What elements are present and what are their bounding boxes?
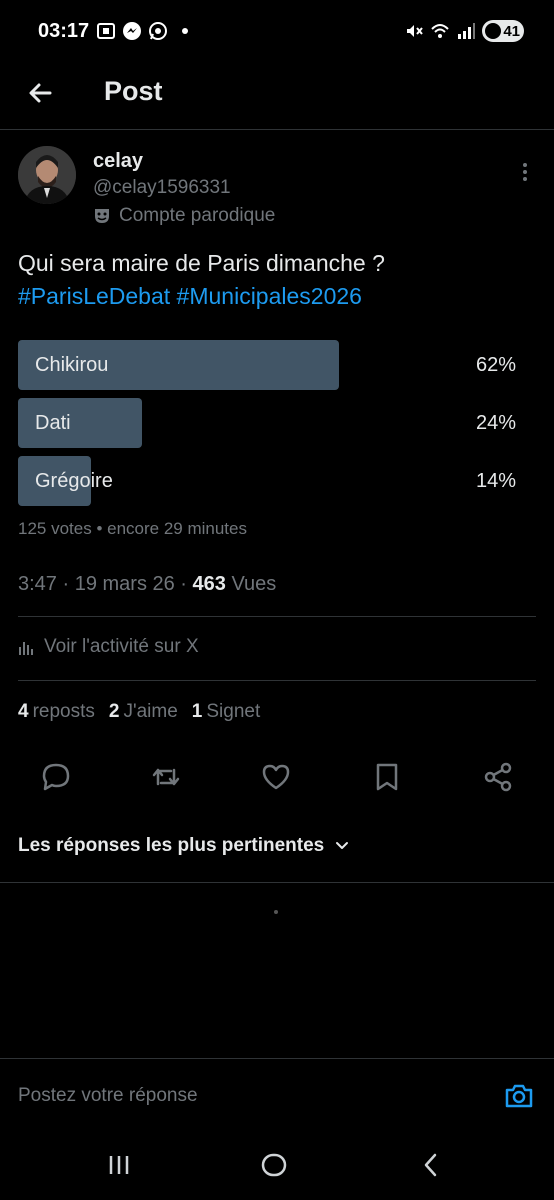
avatar-image xyxy=(18,146,76,204)
camera-icon[interactable] xyxy=(504,1081,534,1111)
status-bar: 03:17 41 xyxy=(0,0,554,62)
hashtag-link[interactable]: #ParisLeDebat xyxy=(18,283,170,309)
status-system-icons: 41 xyxy=(404,20,524,42)
back-arrow-icon[interactable] xyxy=(24,76,58,110)
back-nav-icon[interactable] xyxy=(416,1150,446,1180)
replies-sort-label: Les réponses les plus pertinentes xyxy=(18,835,325,856)
like-icon[interactable] xyxy=(259,760,293,794)
post-time: 3:47 · 19 mars 26 · xyxy=(18,573,193,595)
post-stats: 4 reposts 2 J'aime 1 Signet xyxy=(18,701,260,723)
author-display-name[interactable]: celay xyxy=(93,150,143,173)
poll-meta: 125 votes • encore 29 minutes xyxy=(18,519,247,538)
poll-option-label: Dati xyxy=(35,412,71,434)
repost-icon[interactable] xyxy=(149,760,183,794)
post-text: Qui sera maire de Paris dimanche ? #Pari… xyxy=(18,247,538,313)
battery-level: 41 xyxy=(503,22,520,40)
poll-option: Chikirou 62% xyxy=(18,340,518,390)
views-count: 463 xyxy=(192,573,226,595)
view-activity-label: Voir l'activité sur X xyxy=(44,636,199,657)
divider xyxy=(18,680,536,681)
page-title: Post xyxy=(104,76,163,106)
reply-icon[interactable] xyxy=(39,760,73,794)
divider xyxy=(18,616,536,617)
reposts-stat[interactable]: 4 reposts xyxy=(18,701,95,723)
chevron-down-icon xyxy=(336,842,349,849)
mute-icon xyxy=(407,25,423,37)
avatar[interactable] xyxy=(18,146,76,204)
recent-apps-icon[interactable] xyxy=(104,1150,134,1180)
whatsapp-icon xyxy=(149,22,167,40)
parody-badge: Compte parodique xyxy=(93,205,275,227)
poll: Chikirou 62% Dati 24% Grégoire 14% xyxy=(18,340,518,514)
bookmark-icon[interactable] xyxy=(370,760,404,794)
status-time: 03:17 xyxy=(38,20,90,42)
poll-option: Grégoire 14% xyxy=(18,456,518,506)
bookmarks-stat[interactable]: 1 Signet xyxy=(192,701,260,723)
divider xyxy=(0,882,554,883)
wifi-icon xyxy=(431,24,449,38)
screenshot-icon xyxy=(97,23,115,39)
likes-stat[interactable]: 2 J'aime xyxy=(109,701,178,723)
reply-input[interactable]: Postez votre réponse xyxy=(18,1085,198,1107)
signal-icon xyxy=(458,23,475,39)
battery-charging-icon xyxy=(485,23,501,39)
analytics-icon xyxy=(19,642,33,655)
post-body: Qui sera maire de Paris dimanche ? xyxy=(18,250,385,276)
messenger-icon xyxy=(123,22,141,40)
likes-count: 2 xyxy=(108,701,120,722)
post-timestamp: 3:47 · 19 mars 26 · 463 Vues xyxy=(18,573,276,596)
post-hashtags: #ParisLeDebat #Municipales2026 xyxy=(18,280,538,313)
theater-mask-icon xyxy=(95,209,109,223)
poll-option-percent: 24% xyxy=(475,412,516,434)
views-label: Vues xyxy=(225,573,277,595)
status-notification-icons xyxy=(96,21,188,41)
author-handle[interactable]: @celay1596331 xyxy=(93,177,231,199)
likes-label: J'aime xyxy=(123,701,178,722)
system-navigation-bar xyxy=(0,1134,554,1200)
reposts-count: 4 xyxy=(18,701,29,722)
reply-composer: Postez votre réponse xyxy=(0,1058,554,1132)
poll-option-label: Chikirou xyxy=(35,354,109,376)
poll-option: Dati 24% xyxy=(18,398,518,448)
post-actions xyxy=(0,760,554,800)
replies-sort-dropdown[interactable]: Les réponses les plus pertinentes xyxy=(18,835,350,857)
poll-option-label: Grégoire xyxy=(35,470,113,492)
bookmarks-count: 1 xyxy=(191,701,203,722)
more-notifications-icon xyxy=(182,28,188,34)
share-icon[interactable] xyxy=(481,760,515,794)
home-icon[interactable] xyxy=(259,1150,289,1180)
reposts-label: reposts xyxy=(32,701,95,722)
poll-option-percent: 62% xyxy=(475,354,516,376)
parody-badge-label: Compte parodique xyxy=(119,205,276,226)
hashtag-link[interactable]: #Municipales2026 xyxy=(177,283,362,309)
poll-option-percent: 14% xyxy=(475,470,516,492)
post-header: Post xyxy=(0,62,554,130)
loading-indicator xyxy=(274,910,278,914)
battery-indicator: 41 xyxy=(482,20,524,42)
bookmarks-label: Signet xyxy=(206,701,261,722)
more-options-icon[interactable] xyxy=(514,160,536,184)
view-activity-link[interactable]: Voir l'activité sur X xyxy=(18,636,199,658)
